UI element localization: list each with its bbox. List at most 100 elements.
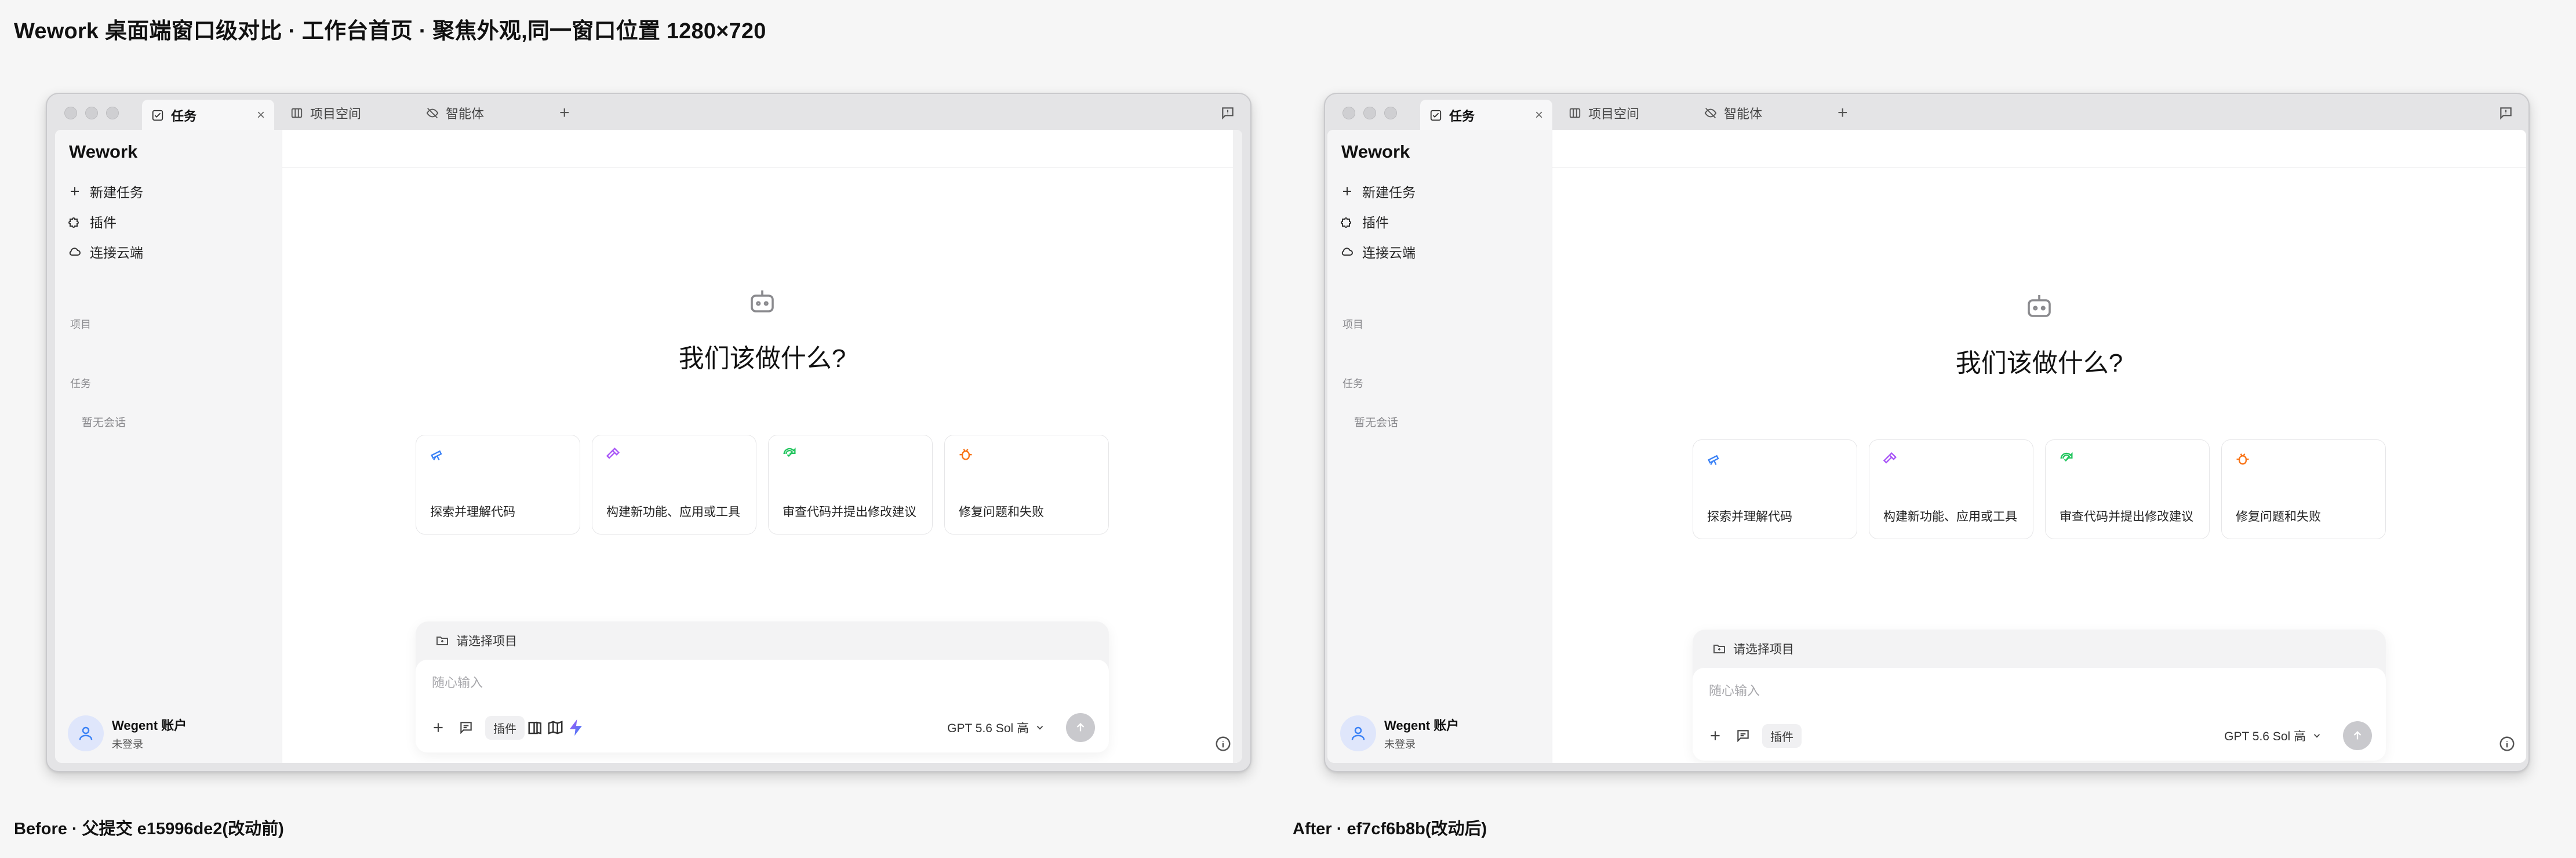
folder-icon <box>436 637 448 645</box>
window-after: 任务 × 项目空间 智能体 + Wework 新建任务 插件 连接云端 项目 任… <box>1324 93 2530 772</box>
cloud-icon <box>69 248 81 256</box>
model-selector[interactable]: GPT 5.6 Sol 高 <box>2224 727 2322 744</box>
sidebar-item-label: 插件 <box>1362 215 1389 230</box>
scrollbar-track[interactable] <box>1233 130 1242 763</box>
feedback-icon[interactable] <box>2498 106 2513 121</box>
minimize-window-button[interactable] <box>1363 107 1376 119</box>
account-name: Wegent 账户 <box>112 718 187 733</box>
page-title: Wework 桌面端窗口级对比 · 工作台首页 · 聚焦外观,同一窗口位置 12… <box>14 19 766 43</box>
card-label: 探索并理解代码 <box>1707 510 1792 523</box>
suggestion-card-explore[interactable]: 探索并理解代码 <box>416 435 580 535</box>
model-label: GPT 5.6 Sol 高 <box>947 722 1029 735</box>
zoom-window-button[interactable] <box>1384 107 1397 119</box>
plugin-group[interactable]: 插件 <box>485 715 586 740</box>
select-project-label: 请选择项目 <box>1733 643 1794 656</box>
sidebar-item-cloud[interactable]: 连接云端 <box>68 237 143 267</box>
section-label-task: 任务 <box>1342 378 1363 390</box>
info-icon[interactable] <box>2498 735 2516 752</box>
bug-icon <box>959 449 972 460</box>
card-label: 探索并理解代码 <box>430 506 515 519</box>
tab-project-space[interactable]: 项目空间 <box>281 100 370 126</box>
select-project-button[interactable]: 请选择项目 <box>416 621 1109 660</box>
close-tab-icon[interactable]: × <box>1535 107 1543 123</box>
book-plugin-icon[interactable] <box>527 719 544 736</box>
suggestion-card-explore[interactable]: 探索并理解代码 <box>1693 439 1857 539</box>
main-panel: 我们该做什么? 探索并理解代码 构建新功能、应用或工具 审查代码并提出修改建议 … <box>1552 130 2526 763</box>
empty-sessions-label: 暂无会话 <box>1354 417 1399 429</box>
robot-icon <box>751 290 774 312</box>
model-label: GPT 5.6 Sol 高 <box>2224 730 2306 743</box>
telescope-icon <box>431 450 442 461</box>
account-status: 未登录 <box>112 739 143 750</box>
zoom-window-button[interactable] <box>106 107 119 119</box>
grid-icon <box>291 108 303 118</box>
grid-icon <box>1569 108 1581 118</box>
card-label: 审查代码并提出修改建议 <box>2060 510 2193 523</box>
suggestion-card-review[interactable]: 审查代码并提出修改建议 <box>768 435 933 535</box>
divider <box>1552 167 2526 168</box>
account-name: Wegent 账户 <box>1384 718 1460 733</box>
close-tab-icon[interactable]: × <box>257 107 265 123</box>
agent-eye-off-icon <box>1704 108 1717 118</box>
suggestion-card-review[interactable]: 审查代码并提出修改建议 <box>2045 439 2210 539</box>
plugin-button[interactable]: 插件 <box>485 715 525 740</box>
select-project-button[interactable]: 请选择项目 <box>1693 630 2386 668</box>
suggestion-card-build[interactable]: 构建新功能、应用或工具 <box>592 435 756 535</box>
sidebar-item-new-task[interactable]: 新建任务 <box>68 176 143 206</box>
select-project-label: 请选择项目 <box>456 635 517 648</box>
tab-tasks[interactable]: 任务 × <box>142 100 274 131</box>
tab-label: 项目空间 <box>1588 107 1640 121</box>
sidebar-item-plugins[interactable]: 插件 <box>1340 206 1416 237</box>
attach-plus-icon[interactable] <box>430 719 447 736</box>
input-placeholder: 随心输入 <box>1709 684 1760 698</box>
caption-before: Before · 父提交 e15996de2(改动前) <box>14 820 284 838</box>
message-input[interactable]: 随心输入 插件 GPT 5.6 Sol 高 <box>416 660 1109 752</box>
app-content: Wework 新建任务 插件 连接云端 项目 任务 暂无会话 Wegent 账户… <box>1327 130 2526 763</box>
close-window-button[interactable] <box>64 107 77 119</box>
prompt-template-icon[interactable] <box>457 719 475 736</box>
composer-toolbar: 插件 GPT 5.6 Sol 高 <box>1707 720 2372 751</box>
task-check-icon <box>1430 110 1442 121</box>
map-plugin-icon[interactable] <box>547 719 564 736</box>
feedback-icon[interactable] <box>1220 106 1235 121</box>
attach-plus-icon[interactable] <box>1707 727 1724 744</box>
tab-label: 任务 <box>1449 109 1475 123</box>
puzzle-icon <box>1341 217 1351 228</box>
sidebar-menu: 新建任务 插件 连接云端 <box>68 176 143 267</box>
sidebar-menu: 新建任务 插件 连接云端 <box>1340 176 1416 267</box>
cloud-icon <box>1341 248 1353 256</box>
plugin-button[interactable]: 插件 <box>1762 724 1802 748</box>
sidebar-item-label: 连接云端 <box>1362 245 1416 260</box>
headline: 我们该做什么? <box>678 344 846 373</box>
suggestion-card-fix[interactable]: 修复问题和失败 <box>944 435 1109 535</box>
review-icon <box>2060 452 2073 462</box>
tab-agents[interactable]: 智能体 <box>1695 100 1771 126</box>
tab-project-space[interactable]: 项目空间 <box>1559 100 1649 126</box>
suggestion-card-fix[interactable]: 修复问题和失败 <box>2221 439 2386 539</box>
new-tab-button[interactable]: + <box>1838 100 1848 126</box>
agent-eye-off-icon <box>426 108 439 118</box>
close-window-button[interactable] <box>1342 107 1355 119</box>
folder-icon <box>1713 645 1725 653</box>
input-placeholder: 随心输入 <box>432 675 483 690</box>
tab-tasks[interactable]: 任务 × <box>1420 100 1552 131</box>
telescope-icon <box>1708 455 1719 466</box>
suggestion-card-build[interactable]: 构建新功能、应用或工具 <box>1869 439 2033 539</box>
account-block[interactable]: Wegent 账户 未登录 <box>1340 715 1459 751</box>
brand-logo: Wework <box>1341 141 1410 162</box>
info-icon[interactable] <box>1214 735 1232 752</box>
minimize-window-button[interactable] <box>85 107 98 119</box>
account-block[interactable]: Wegent 账户 未登录 <box>68 715 187 751</box>
prompt-template-icon[interactable] <box>1734 727 1752 744</box>
send-button[interactable] <box>2343 721 2372 750</box>
lightning-plugin-icon[interactable] <box>566 718 586 737</box>
puzzle-icon <box>68 217 79 228</box>
new-tab-button[interactable]: + <box>559 100 570 126</box>
model-selector[interactable]: GPT 5.6 Sol 高 <box>947 719 1045 736</box>
sidebar-item-cloud[interactable]: 连接云端 <box>1340 237 1416 267</box>
sidebar-item-plugins[interactable]: 插件 <box>68 206 143 237</box>
tab-agents[interactable]: 智能体 <box>417 100 493 126</box>
sidebar-item-new-task[interactable]: 新建任务 <box>1340 176 1416 206</box>
message-input[interactable]: 随心输入 插件 GPT 5.6 Sol 高 <box>1693 668 2386 761</box>
send-button[interactable] <box>1066 713 1095 742</box>
